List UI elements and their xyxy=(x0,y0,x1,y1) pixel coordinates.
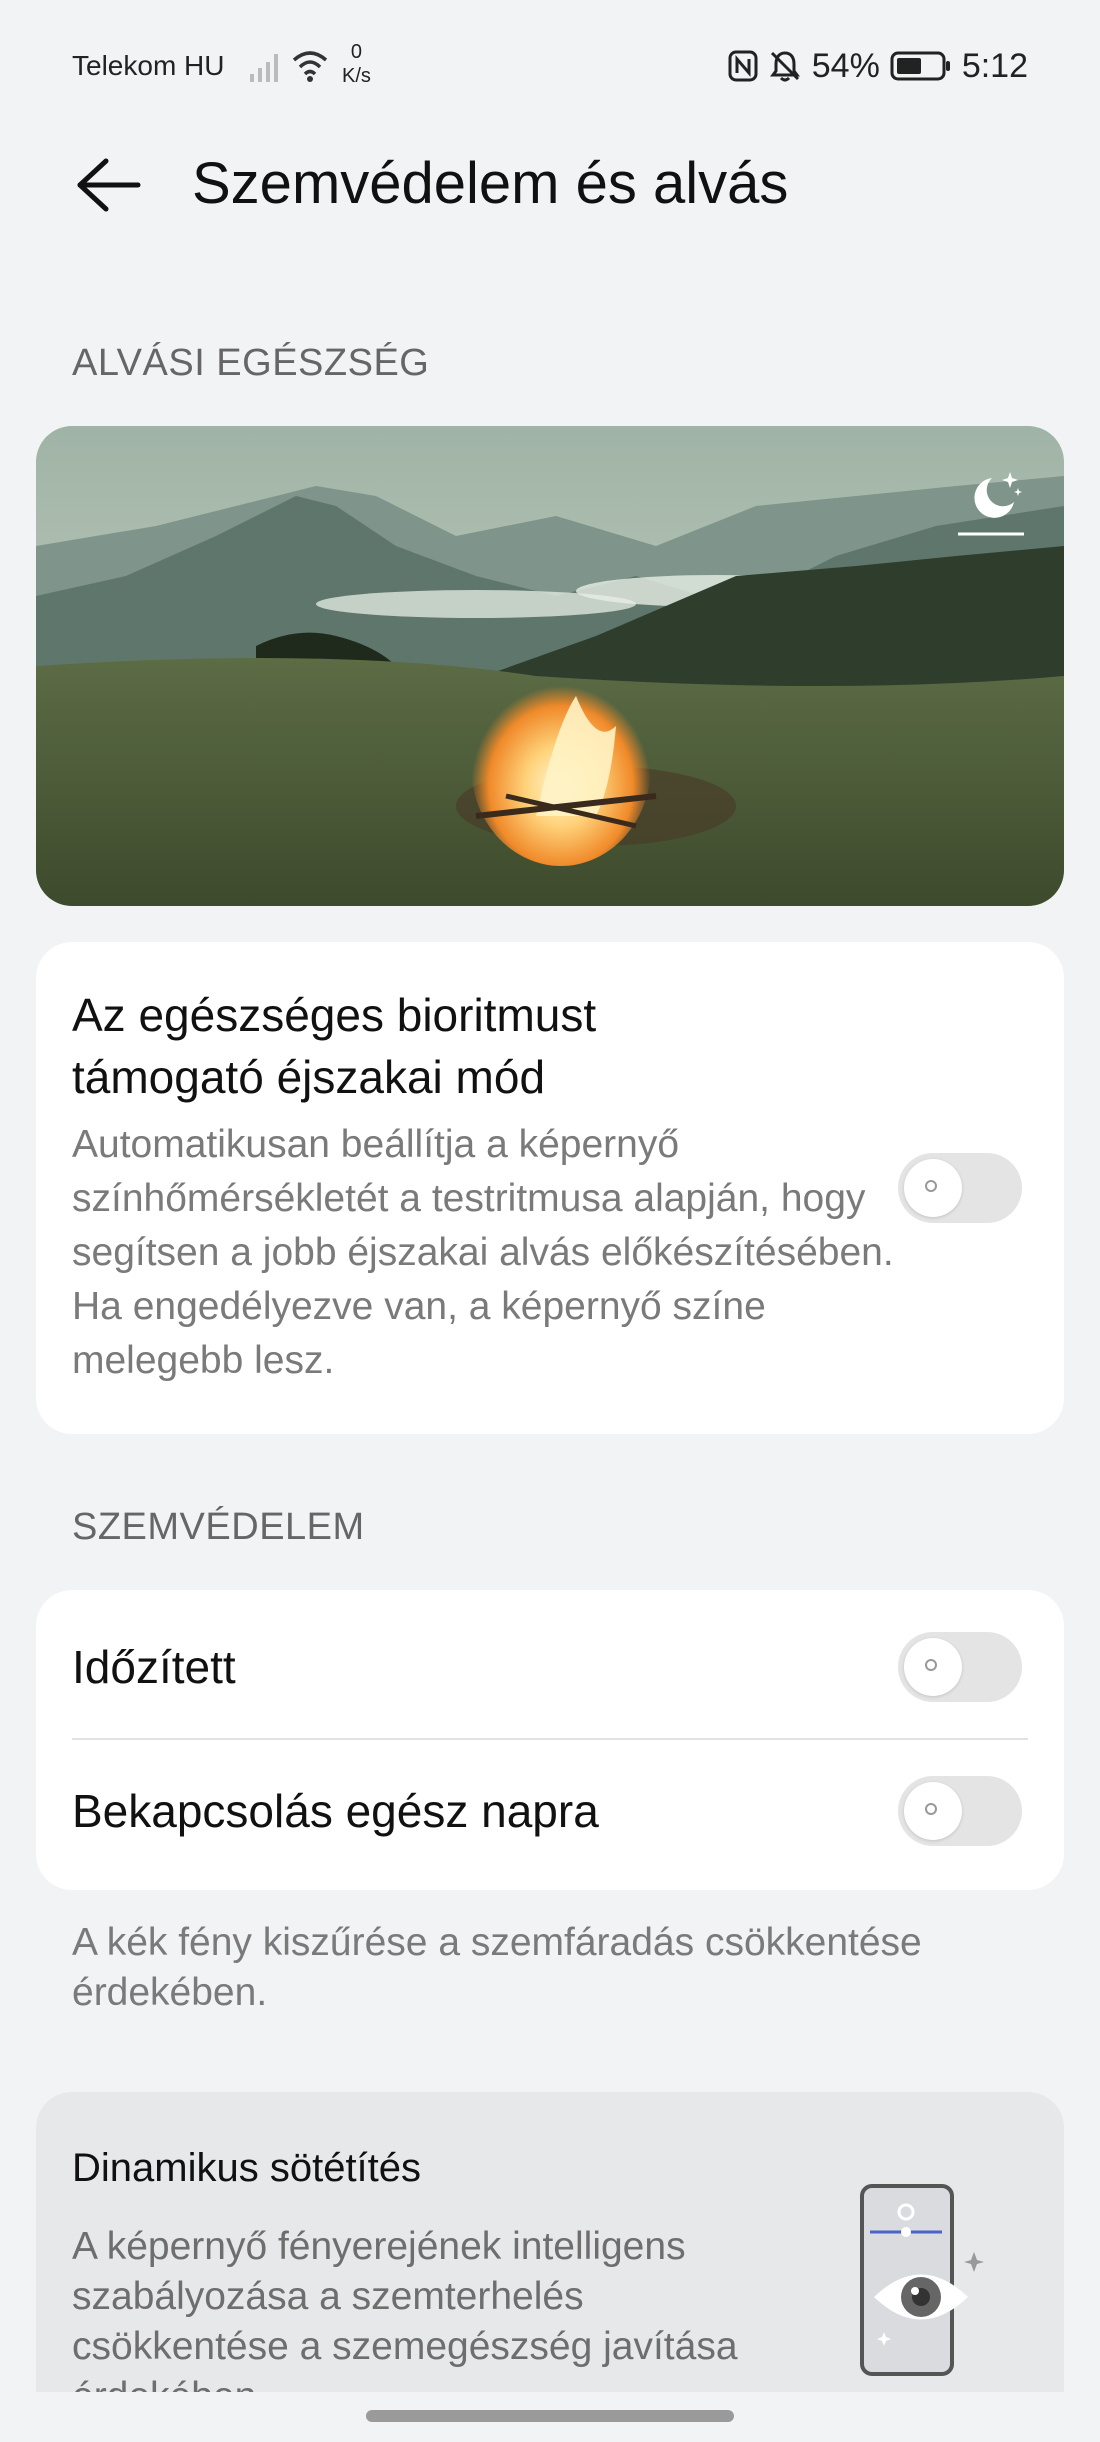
carrier-name: Telekom HU xyxy=(72,50,225,81)
toggle-knob xyxy=(904,1638,962,1696)
night-mode-description: Automatikusan beállítja a képernyő szính… xyxy=(72,1123,894,1382)
clock: 5:12 xyxy=(961,46,1028,85)
night-mode-title: Az egészséges bioritmust támogató éjszak… xyxy=(72,989,597,1103)
speed-unit: K/s xyxy=(342,65,371,87)
wifi-icon xyxy=(292,51,328,82)
network-speed: 0 K/s xyxy=(342,40,371,88)
row-divider xyxy=(72,1738,1028,1740)
status-bar: Telekom HU 0 K/s 54% 5:12 xyxy=(0,0,1100,140)
scheduled-toggle[interactable] xyxy=(898,1632,1022,1702)
speed-value: 0 xyxy=(350,41,363,63)
night-mode-toggle[interactable] xyxy=(898,1153,1022,1223)
nfc-icon xyxy=(728,50,758,82)
moon-stars-icon xyxy=(958,472,1024,536)
back-arrow-icon[interactable] xyxy=(72,155,142,215)
toggle-knob xyxy=(904,1159,962,1217)
home-indicator[interactable] xyxy=(366,2410,734,2422)
scheduled-label: Időzített xyxy=(72,1641,236,1693)
dynamic-dimming-title: Dinamikus sötétítés xyxy=(72,2146,422,2190)
blue-light-note: A kék fény kiszűrése a szemfáradás csökk… xyxy=(72,1921,922,2014)
section-label-eye: SZEMVÉDELEM xyxy=(72,1506,365,1548)
dynamic-dimming-description: A képernyő fényerejének intelligens szab… xyxy=(72,2225,738,2392)
sleep-hero-image xyxy=(36,426,1064,906)
eye-protection-card: Időzített Bekapcsolás egész napra xyxy=(36,1590,1064,1890)
signal-icon xyxy=(250,54,278,82)
night-mode-card: Az egészséges bioritmust támogató éjszak… xyxy=(36,942,1064,1434)
page-title: Szemvédelem és alvás xyxy=(192,151,789,216)
mute-icon xyxy=(769,51,800,82)
dynamic-dimming-card[interactable]: Dinamikus sötétítés A képernyő fényerejé… xyxy=(36,2092,1064,2392)
battery-icon xyxy=(890,51,950,81)
all-day-toggle[interactable] xyxy=(898,1776,1022,1846)
toggle-knob xyxy=(904,1782,962,1840)
section-label-sleep: ALVÁSI EGÉSZSÉG xyxy=(72,342,430,384)
status-right: 54% 5:12 xyxy=(728,46,1028,86)
all-day-label: Bekapcsolás egész napra xyxy=(72,1785,599,1837)
phone-eye-illustration xyxy=(860,2184,984,2376)
battery-percent: 54% xyxy=(811,46,880,85)
